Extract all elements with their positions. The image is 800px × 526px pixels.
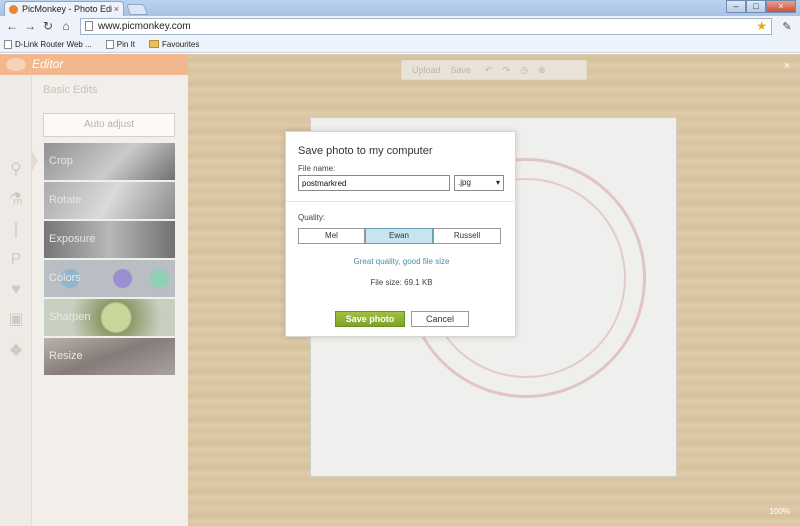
quality-label: Quality:: [298, 213, 326, 222]
tool-sharpen[interactable]: Sharpen: [44, 299, 175, 336]
bookmark-label: D-Link Router Web ...: [15, 39, 92, 49]
textures-icon[interactable]: ◆: [6, 340, 26, 360]
bookmark-star-icon[interactable]: ★: [756, 19, 767, 33]
upload-button[interactable]: Upload: [412, 65, 441, 75]
cancel-button[interactable]: Cancel: [411, 311, 469, 327]
tab-close-icon[interactable]: ×: [114, 4, 119, 14]
bookmarks-bar: D-Link Router Web ... Pin It Favourites: [0, 36, 800, 53]
page-icon: [85, 21, 93, 31]
new-tab-button[interactable]: [125, 4, 149, 15]
browser-titlebar: PicMonkey - Photo Editing × – □ ×: [0, 0, 800, 16]
page-icon: [105, 39, 114, 49]
page-icon: [4, 39, 12, 49]
reload-icon[interactable]: ↻: [40, 18, 56, 34]
dialog-title: Save photo to my computer: [298, 145, 433, 157]
save-button[interactable]: Save: [451, 65, 472, 75]
quality-option-russell[interactable]: Russell: [433, 228, 501, 244]
tool-exposure[interactable]: Exposure: [44, 221, 175, 258]
picmonkey-favicon-icon: [9, 4, 18, 14]
url-text[interactable]: www.picmonkey.com: [98, 21, 756, 32]
frames-icon[interactable]: ▣: [6, 310, 26, 330]
auto-adjust-button[interactable]: Auto adjust: [43, 113, 175, 137]
window-controls: – □ ×: [726, 0, 796, 13]
forward-arrow-icon[interactable]: →: [22, 18, 38, 34]
text-icon[interactable]: P: [6, 250, 26, 270]
undo-icon[interactable]: ↶: [485, 65, 493, 76]
redo-icon[interactable]: ↷: [503, 65, 511, 76]
top-toolbar: Upload Save ↶ ↷ ◷ ⊕: [401, 60, 587, 80]
divider: [286, 201, 517, 202]
tool-colors[interactable]: Colors: [44, 260, 175, 297]
extension-value: .jpg: [458, 178, 471, 187]
tool-crop[interactable]: Crop: [44, 143, 175, 180]
file-name-input[interactable]: [298, 175, 450, 191]
editor-sidebar: Editor ⚲ ⚗ ❘ P ♥ ▣ ◆ Basic Edits Auto ad…: [0, 54, 188, 526]
tool-rotate[interactable]: Rotate: [44, 182, 175, 219]
editor-header: Editor: [0, 54, 188, 75]
maximize-icon[interactable]: □: [746, 0, 766, 13]
save-photo-dialog: Save photo to my computer File name: .jp…: [285, 131, 517, 337]
bookmark-dlink[interactable]: D-Link Router Web ...: [4, 39, 92, 49]
home-icon[interactable]: ⌂: [58, 18, 74, 34]
tool-category-rail: ⚲ ⚗ ❘ P ♥ ▣ ◆: [0, 75, 32, 526]
zoom-level: 100%: [769, 507, 790, 516]
file-extension-select[interactable]: .jpg ▾: [454, 175, 504, 191]
section-title: Basic Edits: [43, 84, 98, 96]
tool-resize[interactable]: Resize: [44, 338, 175, 375]
bookmark-label: Favourites: [162, 39, 200, 49]
basic-edits-icon[interactable]: ⚲: [6, 160, 26, 180]
window-close-icon[interactable]: ×: [766, 0, 796, 13]
bookmark-pin-it[interactable]: Pin It: [105, 39, 136, 49]
address-bar[interactable]: www.picmonkey.com ★: [80, 17, 772, 35]
overlays-icon[interactable]: ♥: [6, 280, 26, 300]
minimize-icon[interactable]: –: [726, 0, 746, 13]
file-name-label: File name:: [298, 164, 336, 173]
effects-flask-icon[interactable]: ⚗: [6, 190, 26, 210]
tab-title: PicMonkey - Photo Editing: [22, 4, 112, 14]
quality-option-ewan[interactable]: Ewan: [365, 228, 433, 244]
quality-option-mel[interactable]: Mel: [298, 228, 365, 244]
quality-description: Great quality, good file size: [353, 257, 450, 266]
close-editor-icon[interactable]: ×: [784, 60, 790, 72]
browser-toolbar: ← → ↻ ⌂ www.picmonkey.com ★ ✎: [0, 16, 800, 36]
wrench-icon[interactable]: ✎: [778, 20, 796, 33]
touch-up-icon[interactable]: ❘: [6, 220, 26, 240]
history-icon[interactable]: ◷: [520, 65, 528, 76]
active-category-arrow: [32, 151, 38, 171]
more-icon[interactable]: ⊕: [538, 65, 546, 76]
file-size: File size: 69.1 KB: [370, 278, 433, 287]
bookmark-label: Pin It: [116, 39, 136, 49]
editor-brand: Editor: [32, 57, 64, 71]
back-arrow-icon[interactable]: ←: [4, 18, 20, 34]
chevron-down-icon: ▾: [495, 178, 500, 187]
folder-icon: [149, 40, 160, 48]
picmonkey-logo-icon: [6, 58, 26, 71]
browser-tab[interactable]: PicMonkey - Photo Editing ×: [4, 1, 124, 16]
save-photo-button[interactable]: Save photo: [335, 311, 405, 327]
bookmark-favourites[interactable]: Favourites: [149, 40, 199, 49]
